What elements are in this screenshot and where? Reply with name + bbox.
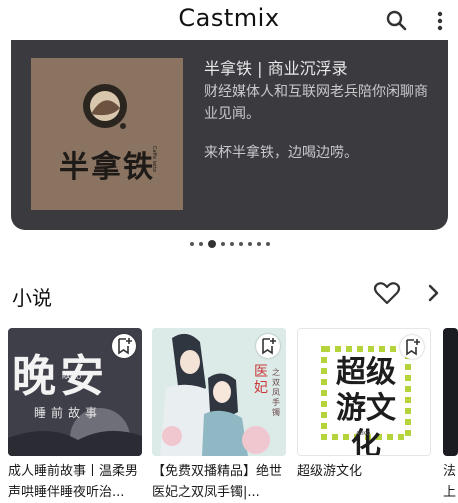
cover-badge: AOKO (356, 431, 371, 437)
carousel-dot[interactable] (257, 242, 261, 246)
subscribe-button[interactable] (400, 335, 424, 359)
favorite-section-button[interactable] (373, 280, 401, 306)
cover-title: 超级游文化 (336, 355, 396, 456)
podcast-cover (443, 328, 458, 456)
podcast-card[interactable]: 晚安 睡前故事 RADIO 成人睡前故事丨温柔男声哄睡伴睡夜听治... (8, 328, 142, 503)
podcast-card[interactable]: 医妃 之双凤手镯 【免费双播精品】绝世医妃之双凤手镯|... (152, 328, 286, 503)
featured-podcast-artwork: 半拿铁 Caffe latte (31, 58, 183, 210)
carousel-page-indicator (190, 240, 270, 248)
section-title: 小说 (12, 286, 52, 310)
featured-podcast-card[interactable]: 半拿铁 Caffe latte 半拿铁 | 商业沉浮录 财经媒体人和互联网老兵陪… (11, 40, 448, 230)
cover-subtitle: 之双凤手镯 (272, 368, 280, 417)
carousel-dot[interactable] (208, 240, 216, 248)
carousel-dot[interactable] (190, 242, 194, 246)
featured-podcast-description: 财经媒体人和互联网老兵陪你闲聊商业见闻。 (204, 84, 428, 122)
carousel-dot[interactable] (266, 242, 270, 246)
artwork-title: 半拿铁 (59, 150, 155, 185)
bookmark-add-icon (406, 339, 420, 356)
chevron-right-icon (428, 284, 439, 302)
podcast-cover: 超级游文化 AOKO (297, 328, 431, 456)
cover-badge: RADIO (62, 374, 82, 381)
carousel-dot[interactable] (221, 242, 225, 246)
featured-podcast-name: 半拿铁 | 商业沉浮录 (204, 59, 348, 78)
search-button[interactable] (382, 6, 412, 36)
carousel-dot[interactable] (230, 242, 234, 246)
podcast-title: 法上 (443, 464, 457, 500)
carousel-dot[interactable] (248, 242, 252, 246)
podcast-title: 【免费双播精品】绝世医妃之双凤手镯|... (152, 464, 283, 500)
see-all-button[interactable] (424, 281, 444, 305)
subscribe-button[interactable] (112, 334, 136, 358)
podcast-title: 超级游文化 (297, 464, 363, 479)
search-icon (386, 10, 407, 31)
cover-title: 晚安 (12, 351, 108, 402)
featured-podcast-tagline: 来杯半拿铁，边喝边唠。 (204, 145, 358, 161)
podcast-cover: 晚安 睡前故事 RADIO (8, 328, 142, 456)
carousel-dot[interactable] (239, 242, 243, 246)
podcast-card[interactable]: 法上 (443, 328, 458, 503)
cover-subtitle: 睡前故事 (34, 406, 103, 420)
heart-outline-icon (373, 282, 401, 305)
bookmark-add-icon (118, 338, 132, 355)
cover-title: 医妃 (254, 364, 268, 396)
subscribe-button[interactable] (256, 334, 280, 358)
podcast-title: 成人睡前故事丨温柔男声哄睡伴睡夜听治... (8, 464, 139, 500)
coffee-cup-logo (83, 84, 127, 129)
more-vert-icon (437, 11, 443, 31)
podcast-card[interactable]: 超级游文化 AOKO 超级游文化 (297, 328, 431, 503)
bookmark-add-icon (262, 338, 276, 355)
overflow-menu-button[interactable] (428, 6, 452, 36)
artwork-subtitle: Caffe latte (151, 146, 157, 173)
carousel-dot[interactable] (199, 242, 203, 246)
podcast-cover: 医妃 之双凤手镯 (152, 328, 286, 456)
